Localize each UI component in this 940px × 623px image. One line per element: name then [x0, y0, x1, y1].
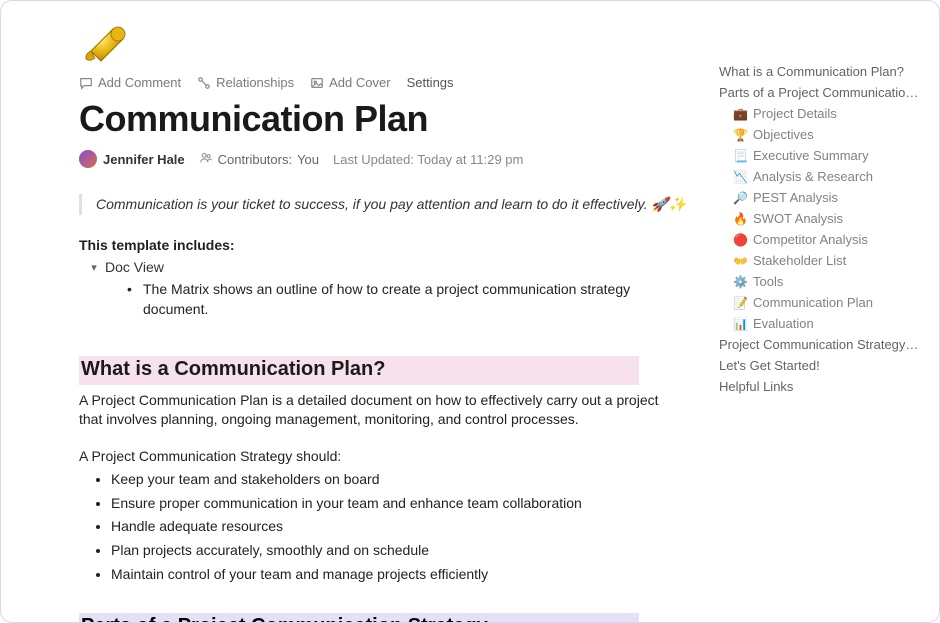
- toc-sub-label: Stakeholder List: [753, 253, 846, 268]
- people-icon: [199, 151, 213, 168]
- relationships-icon: [197, 76, 211, 90]
- toc-sub-label: PEST Analysis: [753, 190, 838, 205]
- briefcase-icon: 💼: [733, 107, 747, 121]
- chevron-down-icon: ▾: [89, 262, 99, 272]
- section1-list: Keep your team and stakeholders on board…: [79, 468, 659, 587]
- toc-sub-label: Executive Summary: [753, 148, 869, 163]
- toc-sublink[interactable]: 📃 Executive Summary: [719, 145, 921, 166]
- toc-sublink[interactable]: 👐 Stakeholder List: [719, 250, 921, 271]
- page-meta: Jennifer Hale Contributors: You Last Upd…: [79, 150, 689, 168]
- doc-view-label: Doc View: [105, 259, 164, 275]
- list-item[interactable]: Keep your team and stakeholders on board: [111, 468, 659, 492]
- memo-icon: 📝: [733, 296, 747, 310]
- table-of-contents: What is a Communication Plan? Parts of a…: [719, 1, 939, 622]
- contributors-label: Contributors:: [218, 152, 292, 167]
- section1-body[interactable]: A Project Communication Plan is a detail…: [79, 391, 659, 430]
- add-comment-label: Add Comment: [98, 75, 181, 90]
- toc-link[interactable]: Helpful Links: [719, 376, 921, 397]
- author-chip[interactable]: Jennifer Hale: [79, 150, 185, 168]
- page-emoji-megaphone[interactable]: [81, 21, 129, 69]
- section-heading-what-is[interactable]: What is a Communication Plan?: [79, 356, 639, 385]
- toc-sublink[interactable]: 📊 Evaluation: [719, 313, 921, 334]
- relationships-button[interactable]: Relationships: [197, 75, 294, 90]
- toc-sub-label: Tools: [753, 274, 783, 289]
- settings-button[interactable]: Settings: [407, 75, 454, 90]
- updated-label: Last Updated:: [333, 152, 414, 167]
- toc-link[interactable]: Parts of a Project Communication St...: [719, 82, 921, 103]
- page-icon: 📃: [733, 149, 747, 163]
- toc-link[interactable]: What is a Communication Plan?: [719, 61, 921, 82]
- doc-view-desc[interactable]: The Matrix shows an outline of how to cr…: [127, 279, 647, 320]
- chart-down-icon: 📉: [733, 170, 747, 184]
- toc-sublink[interactable]: 📉 Analysis & Research: [719, 166, 921, 187]
- relationships-label: Relationships: [216, 75, 294, 90]
- toc-sublink[interactable]: 📝 Communication Plan: [719, 292, 921, 313]
- toc-sublink[interactable]: 🔴 Competitor Analysis: [719, 229, 921, 250]
- list-item[interactable]: Ensure proper communication in your team…: [111, 492, 659, 516]
- toc-sublink[interactable]: 💼 Project Details: [719, 103, 921, 124]
- contributors-value: You: [297, 152, 319, 167]
- list-item[interactable]: Handle adequate resources: [111, 515, 659, 539]
- quote-block[interactable]: Communication is your ticket to success,…: [79, 194, 689, 215]
- fire-icon: 🔥: [733, 212, 747, 226]
- toc-sub-label: SWOT Analysis: [753, 211, 843, 226]
- image-icon: [310, 76, 324, 90]
- hands-icon: 👐: [733, 254, 747, 268]
- list-item[interactable]: Plan projects accurately, smoothly and o…: [111, 539, 659, 563]
- toc-sublink[interactable]: 🔥 SWOT Analysis: [719, 208, 921, 229]
- red-circle-icon: 🔴: [733, 233, 747, 247]
- updated-value: Today at 11:29 pm: [417, 152, 523, 167]
- add-cover-label: Add Cover: [329, 75, 390, 90]
- trophy-icon: 🏆: [733, 128, 747, 142]
- toc-sub-label: Analysis & Research: [753, 169, 873, 184]
- avatar: [79, 150, 97, 168]
- toc-sublink[interactable]: ⚙️ Tools: [719, 271, 921, 292]
- toc-sub-label: Evaluation: [753, 316, 814, 331]
- magnify-icon: 🔎: [733, 191, 747, 205]
- section1-list-intro[interactable]: A Project Communication Strategy should:: [79, 448, 659, 464]
- bar-chart-icon: 📊: [733, 317, 747, 331]
- toc-sublink[interactable]: 🔎 PEST Analysis: [719, 187, 921, 208]
- toc-sub-label: Competitor Analysis: [753, 232, 868, 247]
- toc-link[interactable]: Let's Get Started!: [719, 355, 921, 376]
- toc-sublink[interactable]: 🏆 Objectives: [719, 124, 921, 145]
- toc-sub-label: Project Details: [753, 106, 837, 121]
- page-title[interactable]: Communication Plan: [79, 98, 689, 140]
- page-toolbar: Add Comment Relationships Add Cover Sett…: [79, 75, 689, 90]
- add-cover-button[interactable]: Add Cover: [310, 75, 390, 90]
- contributors[interactable]: Contributors: You: [199, 151, 319, 168]
- main-content: Add Comment Relationships Add Cover Sett…: [1, 1, 719, 622]
- toc-sub-label: Communication Plan: [753, 295, 873, 310]
- last-updated: Last Updated: Today at 11:29 pm: [333, 152, 523, 167]
- doc-view-toggle[interactable]: ▾ Doc View: [89, 259, 689, 275]
- includes-heading[interactable]: This template includes:: [79, 237, 689, 253]
- comment-icon: [79, 76, 93, 90]
- author-name: Jennifer Hale: [103, 152, 185, 167]
- list-item[interactable]: Maintain control of your team and manage…: [111, 563, 659, 587]
- add-comment-button[interactable]: Add Comment: [79, 75, 181, 90]
- toc-sub-label: Objectives: [753, 127, 814, 142]
- toc-link[interactable]: Project Communication Strategy Tips!: [719, 334, 921, 355]
- settings-label: Settings: [407, 75, 454, 90]
- quote-text: Communication is your ticket to success,…: [96, 196, 686, 212]
- gear-icon: ⚙️: [733, 275, 747, 289]
- section-heading-parts[interactable]: Parts of a Project Communication Strateg…: [79, 613, 639, 622]
